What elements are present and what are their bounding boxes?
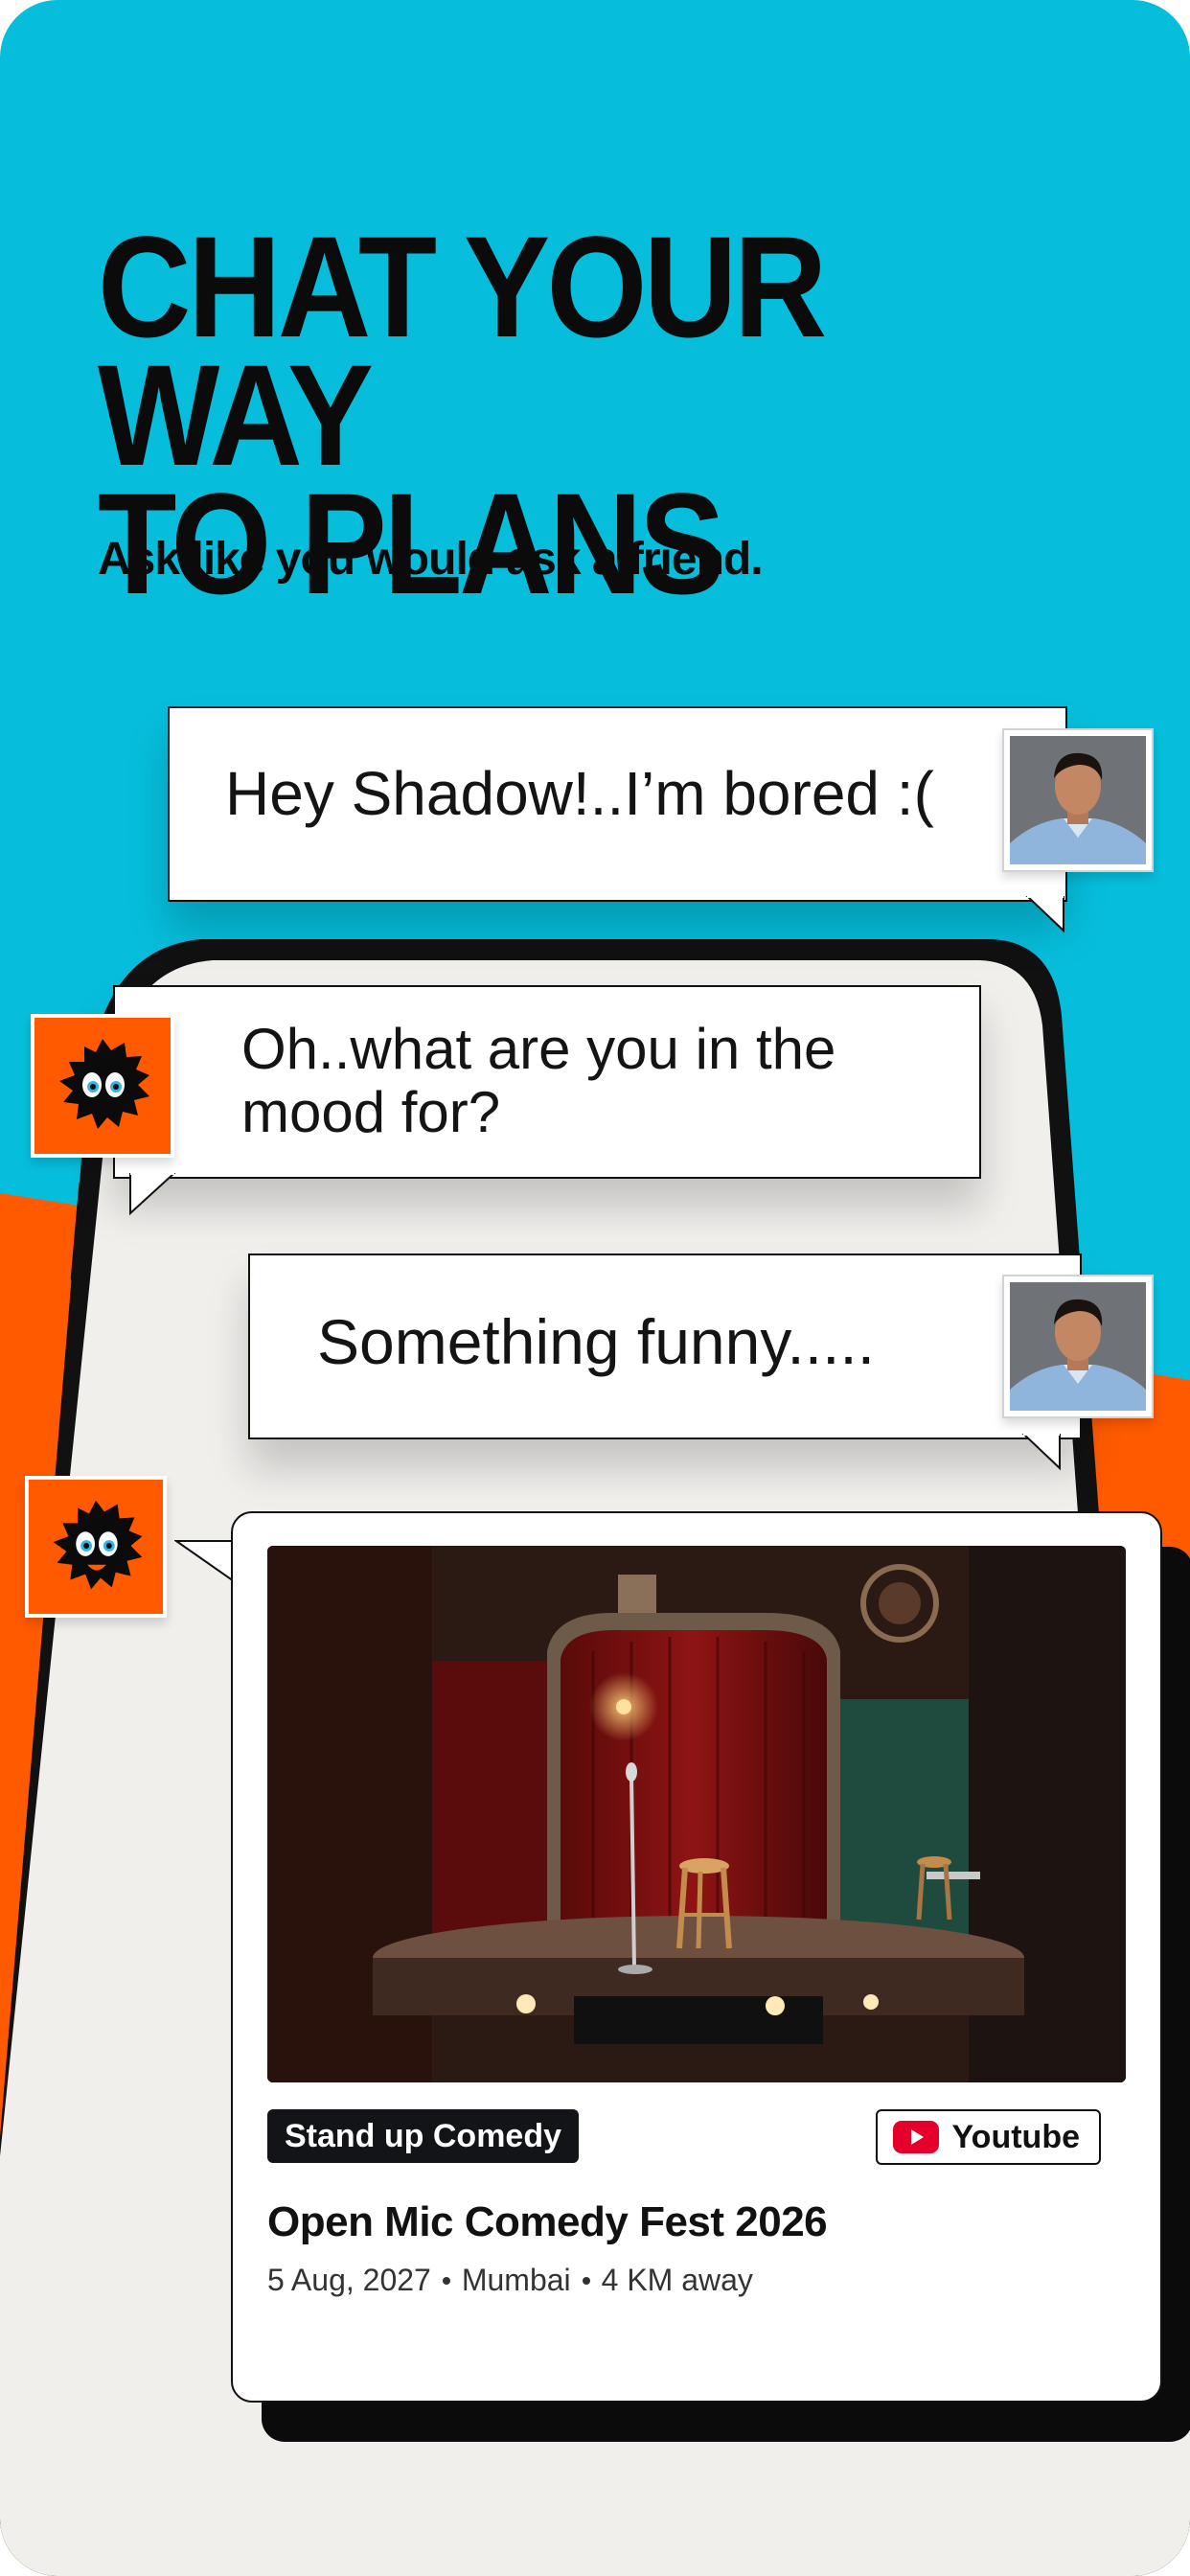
shadow-mascot-icon: [34, 1018, 171, 1154]
youtube-icon: [892, 2121, 939, 2153]
category-tag: Stand up Comedy: [267, 2109, 580, 2163]
bot-avatar: [31, 1014, 174, 1158]
user-message-bubble-2: Something funny.....: [248, 1254, 1082, 1439]
comedy-stage-image: [267, 1546, 1126, 2082]
event-image: [267, 1546, 1126, 2082]
bot-avatar: [25, 1476, 167, 1618]
bubble-tail: [174, 1540, 236, 1583]
youtube-source-badge[interactable]: Youtube: [875, 2109, 1101, 2165]
youtube-source-label: Youtube: [951, 2118, 1080, 2155]
bot-message-text-line-2: mood for?: [241, 1080, 501, 1144]
event-title: Open Mic Comedy Fest 2026: [267, 2198, 828, 2245]
event-meta: 5 Aug, 2027 Mumbai 4 KM away: [267, 2263, 753, 2298]
user-avatar: [1002, 1275, 1154, 1418]
user-message-bubble-1: Hey Shadow!..I’m bored :(: [168, 706, 1067, 902]
man-avatar-icon: [1010, 736, 1146, 864]
user-message-text-1: Hey Shadow!..I’m bored :(: [225, 759, 934, 828]
bot-message-text-line-1: Oh..what are you in the: [241, 1017, 836, 1081]
event-card[interactable]: Stand up Comedy Youtube Open Mic Comedy …: [231, 1511, 1162, 2403]
user-message-text-2: Something funny.....: [317, 1306, 876, 1377]
shadow-mascot-icon: [28, 1479, 164, 1615]
user-avatar: [1002, 728, 1154, 872]
event-distance: 4 KM away: [601, 2263, 753, 2297]
bubble-tail: [129, 1173, 176, 1216]
promo-screen: CHAT YOUR WAY TO PLANS Ask like you woul…: [0, 0, 1190, 2576]
separator-dot: [442, 2276, 450, 2285]
bot-message-bubble-1: Oh..what are you in the mood for?: [113, 985, 981, 1179]
bubble-tail: [1025, 896, 1064, 933]
bubble-tail: [1021, 1434, 1061, 1471]
separator-dot: [582, 2276, 590, 2285]
man-avatar-icon: [1010, 1282, 1146, 1411]
event-city: Mumbai: [461, 2263, 571, 2297]
event-date: 5 Aug, 2027: [267, 2263, 431, 2297]
